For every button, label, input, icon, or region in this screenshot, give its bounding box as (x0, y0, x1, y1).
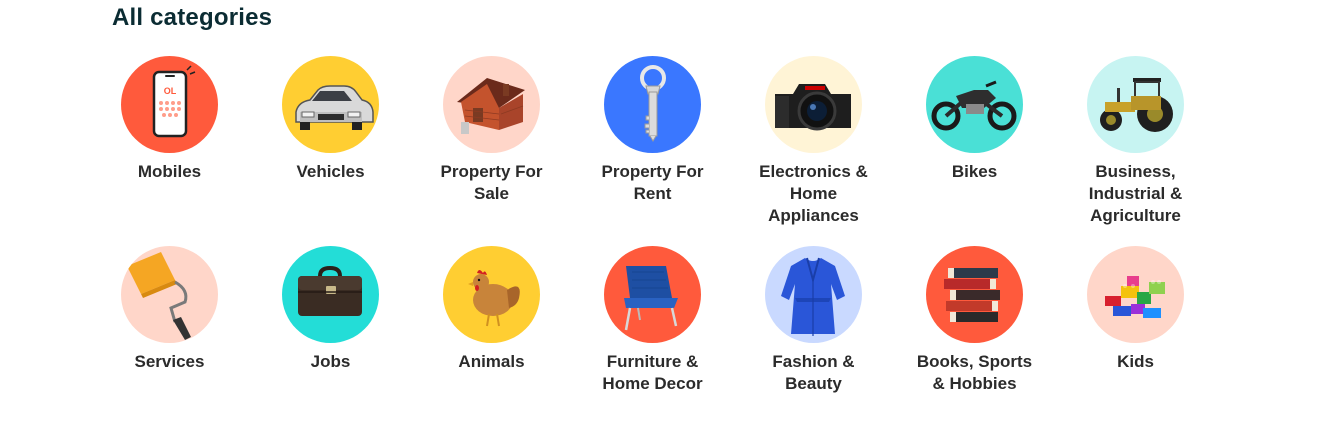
category-label: Bikes (951, 162, 998, 181)
category-animals[interactable]: Animals (411, 246, 572, 436)
books-icon (944, 268, 1000, 322)
category-icon-circle: OL (121, 56, 218, 153)
category-services[interactable]: Services (89, 246, 250, 436)
category-label: Animals (458, 352, 525, 371)
category-icon-circle (1087, 246, 1184, 343)
category-property-for-sale[interactable]: Property For Sale (411, 56, 572, 246)
toy-blocks-icon (1105, 276, 1165, 318)
briefcase-icon (298, 265, 362, 316)
chicken-icon (468, 270, 520, 327)
category-electronics-home-appliances[interactable]: Electronics & Home Appliances (733, 56, 894, 246)
key-icon (640, 65, 666, 142)
category-property-for-rent[interactable]: Property For Rent (572, 56, 733, 246)
house-icon (457, 78, 525, 134)
category-label: Business, Industrial & Agriculture (1088, 162, 1183, 225)
category-jobs[interactable]: Jobs (250, 246, 411, 436)
category-icon-circle (604, 56, 701, 153)
category-icon-circle (1087, 56, 1184, 153)
category-label: Property For Rent (601, 162, 704, 203)
dress-icon (781, 257, 845, 336)
category-icon-circle (926, 246, 1023, 343)
category-mobiles[interactable]: OL Mobiles (89, 56, 250, 246)
car-icon (295, 85, 374, 130)
category-books-sports-hobbies[interactable]: Books, Sports & Hobbies (894, 246, 1055, 436)
category-icon-circle (282, 246, 379, 343)
paint-roller-icon (127, 252, 191, 340)
category-grid: OL Mobiles Vehicles Property For Sale Pr… (89, 56, 1219, 436)
category-icon-circle (282, 56, 379, 153)
category-label: Kids (1117, 352, 1154, 371)
category-icon-circle (443, 246, 540, 343)
svg-text:OL: OL (164, 86, 177, 96)
category-label: Vehicles (296, 162, 365, 181)
category-label: Property For Sale (440, 162, 543, 203)
category-furniture-home-decor[interactable]: Furniture & Home Decor (572, 246, 733, 436)
category-icon-circle (604, 246, 701, 343)
category-bikes[interactable]: Bikes (894, 56, 1055, 246)
category-label: Services (134, 352, 205, 371)
category-fashion-beauty[interactable]: Fashion & Beauty (733, 246, 894, 436)
category-label: Fashion & Beauty (772, 352, 855, 393)
camera-icon (775, 84, 851, 131)
category-icon-circle (926, 56, 1023, 153)
mobile-phone-icon: OL (152, 65, 196, 138)
category-icon-circle (765, 246, 862, 343)
category-icon-circle (765, 56, 862, 153)
category-label: Books, Sports & Hobbies (916, 352, 1033, 393)
category-icon-circle (121, 246, 218, 343)
category-business-industrial-agriculture[interactable]: Business, Industrial & Agriculture (1055, 56, 1216, 246)
section-title: All categories (112, 4, 273, 31)
motorbike-icon (931, 80, 1017, 131)
tractor-icon (1100, 78, 1173, 132)
chair-icon (624, 266, 678, 331)
category-label: Furniture & Home Decor (602, 352, 703, 393)
category-icon-circle (443, 56, 540, 153)
category-label: Mobiles (137, 162, 202, 181)
category-label: Jobs (310, 352, 351, 371)
category-vehicles[interactable]: Vehicles (250, 56, 411, 246)
category-label: Electronics & Home Appliances (759, 162, 868, 225)
category-kids[interactable]: Kids (1055, 246, 1216, 436)
